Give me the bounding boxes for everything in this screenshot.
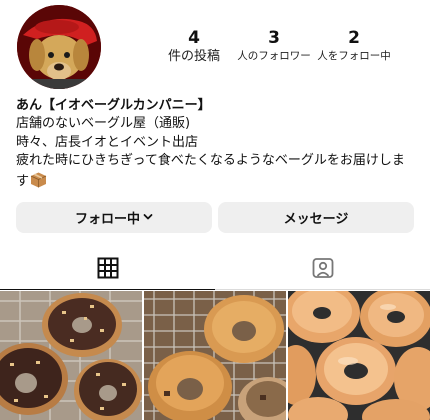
- following-number: 2: [348, 28, 360, 48]
- profile-avatar[interactable]: [17, 5, 101, 89]
- post-thumbnail[interactable]: [0, 291, 142, 420]
- posts-number: 4: [188, 28, 200, 48]
- tab-tagged[interactable]: [215, 250, 430, 290]
- profile-name: あん【イオベーグルカンパニー】: [16, 98, 211, 113]
- profile-tabs: [0, 250, 430, 290]
- following-button[interactable]: フォロー中: [16, 202, 212, 233]
- message-button-label: メッセージ: [283, 212, 349, 227]
- posts-label: 件の投稿: [167, 49, 220, 64]
- bio-line-last: す: [16, 171, 421, 195]
- following-label: 人をフォロー中: [317, 50, 391, 62]
- following-button-label: フォロー中: [74, 212, 140, 227]
- bio-line: 疲れた時にひきちぎって食べたくなるようなベーグルをお届けしま: [16, 153, 405, 168]
- photo-grid: [0, 291, 430, 420]
- tab-posts-grid[interactable]: [0, 250, 215, 290]
- followers-label: 人のフォロワー: [237, 50, 311, 62]
- profile-bio: あん【イオベーグルカンパニー】 店舗のないベーグル屋（通販) 時々、店長イオとイ…: [16, 97, 421, 194]
- followers-number: 3: [268, 28, 280, 48]
- bio-line: 店舗のないベーグル屋（通販): [16, 116, 191, 131]
- followers-count[interactable]: 3 人のフォロワー: [235, 28, 313, 65]
- plain-bagels-image: [144, 291, 286, 420]
- bio-line: 時々、店長イオとイベント出店: [16, 134, 199, 150]
- glossy-bagels-image: [288, 291, 430, 420]
- posts-count[interactable]: 4 件の投稿: [163, 28, 225, 65]
- tagged-person-icon: [312, 257, 334, 283]
- post-thumbnail[interactable]: [288, 291, 430, 420]
- post-thumbnail[interactable]: [144, 291, 286, 420]
- bio-line-tail: す: [16, 173, 30, 189]
- chevron-down-icon: [143, 210, 153, 225]
- following-count[interactable]: 2 人をフォロー中: [314, 28, 394, 65]
- package-icon: [30, 171, 47, 195]
- chocolate-bagels-image: [0, 291, 142, 420]
- puppy-avatar-image: [17, 5, 101, 89]
- grid-icon: [97, 257, 119, 283]
- message-button[interactable]: メッセージ: [218, 202, 414, 233]
